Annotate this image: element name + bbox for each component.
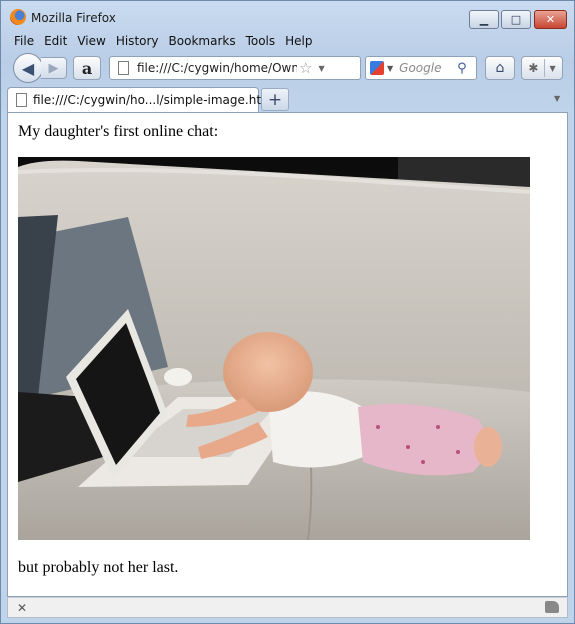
maximize-icon: □ [510,13,522,26]
amazon-button[interactable]: a [73,56,101,80]
addon-bar-icon[interactable] [545,601,559,613]
url-dropdown-icon[interactable]: ▼ [318,64,324,73]
page-icon [16,93,27,107]
back-arrow-icon: ◀ [21,58,35,78]
caption-bottom: but probably not her last. [18,559,179,576]
new-tab-button[interactable]: + [261,88,289,111]
menu-bookmarks[interactable]: Bookmarks [164,33,241,49]
close-icon[interactable]: ✕ [17,601,27,615]
search-engine-dropdown-icon[interactable]: ▼ [387,64,393,73]
search-icon[interactable]: ⚲ [457,61,467,76]
bookmark-star-icon[interactable]: ☆ [299,59,312,77]
caption-top: My daughter's first online chat: [18,123,219,140]
tab-simple-image[interactable]: file:///C:/cygwin/ho...l/simple-image.ht… [7,87,276,112]
page-content: My daughter's first online chat: but pro… [7,112,568,597]
home-icon: ⌂ [495,60,505,76]
google-icon[interactable] [370,61,384,75]
tab-label: file:///C:/cygwin/ho...l/simple-image.ht… [33,93,277,107]
minimize-button[interactable]: ▁ [469,10,499,29]
back-button[interactable]: ◀ [13,53,43,83]
page-icon [118,61,129,75]
search-bar[interactable]: ▼ Google ⚲ [365,56,477,80]
puzzle-icon: ✱ [528,61,539,75]
menu-tools[interactable]: Tools [241,33,281,49]
firefox-logo-icon [10,9,26,25]
forward-button[interactable]: ▶ [41,57,67,79]
menu-view[interactable]: View [72,33,110,49]
tab-list-dropdown-icon[interactable]: ▼ [554,94,560,103]
menu-file[interactable]: File [9,33,39,49]
browser-window: Mozilla Firefox ▁ □ ✕ File Edit View His… [0,0,575,624]
chevron-down-icon[interactable]: ▼ [549,64,555,73]
search-input[interactable]: Google [399,61,453,75]
title-bar: Mozilla Firefox ▁ □ ✕ [1,1,574,31]
maximize-button[interactable]: □ [501,10,531,29]
menu-help[interactable]: Help [280,33,317,49]
baby-laptop-photo [18,157,530,540]
minimize-icon: ▁ [479,13,489,26]
addon-button[interactable]: ✱ ▼ [521,56,563,80]
menu-bar: File Edit View History Bookmarks Tools H… [9,33,318,49]
menu-edit[interactable]: Edit [39,33,72,49]
menu-history[interactable]: History [111,33,164,49]
plus-icon: + [267,89,283,110]
url-text[interactable]: file:///C:/cygwin/home/Owner [137,61,297,75]
status-bar: ✕ [7,597,568,618]
amazon-icon: a [81,58,93,78]
navigation-toolbar: ◀ ▶ a file:///C:/cygwin/home/Owner ☆ ▼ ↻… [1,50,574,84]
close-button[interactable]: ✕ [534,10,567,29]
tab-strip: file:///C:/cygwin/ho...l/simple-image.ht… [1,85,574,112]
window-title: Mozilla Firefox [31,11,116,25]
home-button[interactable]: ⌂ [485,56,515,80]
close-icon: ✕ [545,13,556,26]
url-bar[interactable]: file:///C:/cygwin/home/Owner ☆ ▼ ↻ [109,56,463,80]
forward-arrow-icon: ▶ [48,60,59,76]
